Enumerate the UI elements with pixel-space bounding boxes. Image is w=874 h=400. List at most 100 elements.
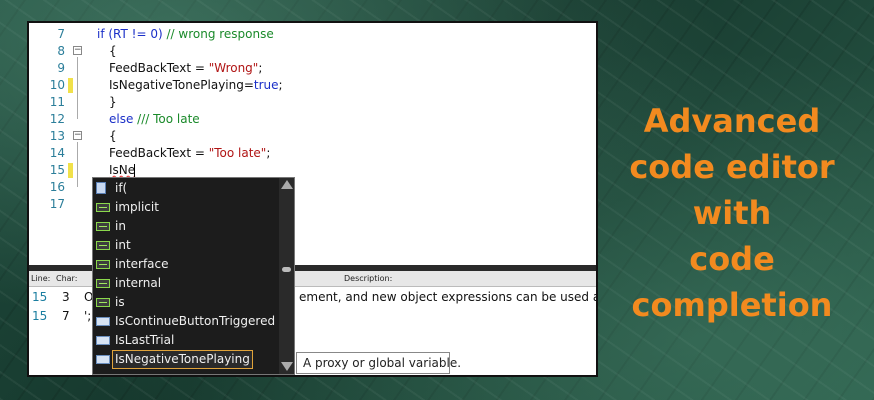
completion-item[interactable]: interface (93, 255, 279, 274)
code-text: else /// Too late (109, 111, 200, 128)
error-char: 7 (62, 309, 70, 323)
completion-scrollbar[interactable] (279, 178, 294, 374)
column-header-description[interactable]: Description: (344, 271, 392, 286)
code-token: { (109, 44, 117, 58)
code-token: true (253, 78, 279, 92)
text-cursor (134, 164, 135, 177)
error-line: 15 (32, 309, 48, 323)
code-token: IsNe (109, 163, 136, 177)
promo-line: code (689, 240, 775, 278)
line-number: 14 (49, 146, 65, 160)
completion-item-label: if( (115, 181, 128, 195)
promo-heading: Advanced code editor with code completion (612, 98, 852, 328)
completion-item[interactable]: IsContinueButtonTriggered (93, 312, 279, 331)
promo-line: completion (631, 286, 833, 324)
column-header-char[interactable]: Char: (56, 271, 77, 286)
line-number: 13 (49, 129, 65, 143)
line-number: 17 (49, 197, 65, 211)
completion-item-label: IsContinueButtonTriggered (115, 314, 276, 328)
line-number: 11 (49, 95, 65, 109)
code-line[interactable]: 12 else /// Too late (29, 111, 596, 128)
keyword-icon (96, 298, 110, 307)
error-desc-tail: ement, and new object expressions can be… (299, 290, 596, 304)
code-token: // wrong response (166, 27, 274, 41)
code-token: ; (266, 146, 271, 160)
code-token: FeedBackText = (109, 61, 209, 75)
line-number: 16 (49, 180, 65, 194)
completion-item[interactable]: IsNegativeTonePlaying (93, 350, 279, 369)
completion-item[interactable]: is (93, 293, 279, 312)
code-token: "Too late" (208, 146, 267, 160)
scroll-down-icon[interactable] (281, 362, 293, 371)
scroll-up-icon[interactable] (281, 180, 293, 189)
code-token: ; (278, 78, 283, 92)
scroll-thumb[interactable] (282, 267, 291, 272)
completion-tooltip: A proxy or global variable. (296, 352, 461, 374)
code-token: /// Too late (137, 112, 200, 126)
promo-line: with (692, 194, 772, 232)
keyword-icon (96, 203, 110, 212)
column-header-line[interactable]: Line: (31, 271, 50, 286)
error-line: 15 (32, 290, 48, 304)
code-line[interactable]: 7 if (RT != 0) // wrong response (29, 26, 596, 43)
code-text: FeedBackText = "Too late"; (109, 145, 270, 162)
code-line[interactable]: 8− { (29, 43, 596, 60)
completion-item[interactable]: internal (93, 274, 279, 293)
fold-toggle-icon[interactable]: − (73, 131, 82, 140)
keyword-icon (96, 222, 110, 231)
completion-item[interactable]: if( (93, 179, 279, 198)
variable-icon (96, 355, 110, 364)
completion-item[interactable]: in (93, 217, 279, 236)
completion-item-label: int (115, 238, 131, 252)
line-number: 12 (49, 112, 65, 126)
code-line[interactable]: 14 FeedBackText = "Too late"; (29, 145, 596, 162)
line-number: 7 (57, 27, 65, 41)
fold-toggle-icon[interactable]: − (73, 46, 82, 55)
completion-item[interactable]: IsLastTrial (93, 331, 279, 350)
doc-icon (96, 182, 106, 194)
error-char: 3 (62, 290, 70, 304)
promo-line: code editor (629, 148, 835, 186)
code-text: IsNegativeTonePlaying=true; (109, 77, 283, 94)
code-line[interactable]: 10 IsNegativeTonePlaying=true; (29, 77, 596, 94)
completion-item-label: is (115, 295, 125, 309)
code-text: { (109, 43, 117, 60)
fold-guide (77, 57, 78, 119)
code-token: if (RT != 0) (97, 27, 167, 41)
completion-item-label: implicit (115, 200, 159, 214)
keyword-icon (96, 260, 110, 269)
code-text: { (109, 128, 117, 145)
completion-item[interactable]: implicit (93, 198, 279, 217)
completion-item-label: IsLastTrial (115, 333, 175, 347)
code-token: IsNegativeTonePlaying= (109, 78, 254, 92)
fold-guide (77, 142, 78, 187)
code-token: else (109, 112, 138, 126)
code-text: if (RT != 0) // wrong response (97, 26, 274, 43)
code-text: } (109, 94, 117, 111)
promo-line: Advanced (643, 102, 821, 140)
code-token: "Wrong" (208, 61, 259, 75)
modified-line-marker (68, 163, 73, 178)
line-number: 15 (49, 163, 65, 177)
completion-item-label: in (115, 219, 126, 233)
code-token: { (109, 129, 117, 143)
code-token: ; (258, 61, 263, 75)
code-line[interactable]: 11} (29, 94, 596, 111)
completion-item-label: internal (115, 276, 162, 290)
keyword-icon (96, 279, 110, 288)
keyword-icon (96, 241, 110, 250)
code-text: FeedBackText = "Wrong"; (109, 60, 262, 77)
code-token: FeedBackText = (109, 146, 209, 160)
completion-item-label: IsNegativeTonePlaying (112, 350, 253, 369)
completion-item-label: interface (115, 257, 169, 271)
line-number: 10 (49, 78, 65, 92)
code-line[interactable]: 13− { (29, 128, 596, 145)
code-token: } (109, 95, 117, 109)
code-completion-popup[interactable]: if( implicit in int interface internal is IsCon… (92, 177, 295, 375)
code-line[interactable]: 9 FeedBackText = "Wrong"; (29, 60, 596, 77)
variable-icon (96, 336, 110, 345)
completion-item[interactable]: int (93, 236, 279, 255)
line-number: 9 (57, 61, 65, 75)
variable-icon (96, 317, 110, 326)
modified-line-marker (68, 78, 73, 93)
